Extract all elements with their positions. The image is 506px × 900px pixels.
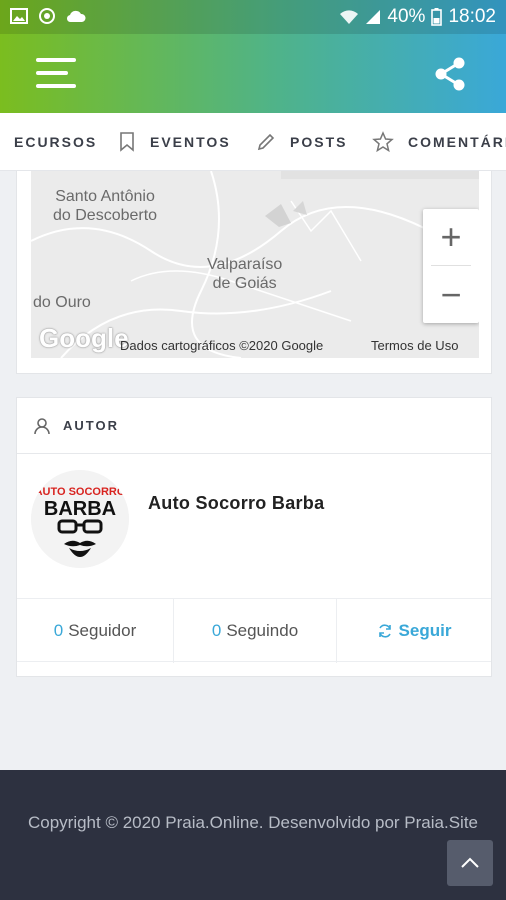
map-terms-link[interactable]: Termos de Uso — [371, 338, 458, 353]
avatar-text-top: AUTO SOCORRO — [35, 486, 126, 498]
battery-percent: 40% — [387, 6, 426, 27]
map-view[interactable]: Santo Antônio do Descoberto Valparaíso d… — [31, 171, 479, 358]
map-card: Santo Antônio do Descoberto Valparaíso d… — [16, 171, 492, 374]
sync-icon — [39, 8, 55, 24]
zoom-divider — [431, 265, 471, 266]
menu-line-3 — [36, 84, 76, 88]
battery-icon — [431, 8, 443, 26]
following-count: 0 — [211, 621, 222, 640]
user-icon — [34, 418, 50, 435]
tab-comentarios[interactable]: COMENTÁRIOS — [372, 113, 506, 170]
followers-stat[interactable]: 0 Seguidor — [17, 599, 173, 663]
gallery-icon — [10, 8, 28, 24]
status-right-icons: 40% 18:02 — [339, 6, 496, 28]
author-stats: 0 Seguidor 0 Seguindo Seguir — [17, 598, 491, 663]
map-zoom-control: + − — [423, 209, 479, 323]
share-icon — [435, 57, 465, 91]
app-header: 40% 18:02 — [0, 0, 506, 113]
clock: 18:02 — [448, 6, 496, 27]
refresh-icon — [378, 624, 391, 638]
menu-line-1 — [36, 58, 76, 62]
star-icon — [372, 131, 394, 153]
status-bar: 40% 18:02 — [0, 0, 506, 34]
chevron-up-icon — [461, 857, 479, 868]
followers-label: Seguidor — [68, 621, 137, 640]
scroll-to-top-button[interactable] — [447, 840, 493, 886]
follow-label: Seguir — [398, 621, 452, 640]
tab-eventos[interactable]: EVENTOS — [118, 113, 231, 170]
tab-posts[interactable]: POSTS — [256, 113, 348, 170]
map-label-valparaiso: Valparaíso de Goiás — [207, 256, 283, 292]
pencil-icon — [257, 133, 275, 151]
menu-button[interactable] — [36, 56, 76, 90]
tab-recursos[interactable]: ECURSOS — [14, 113, 98, 170]
tab-label: EVENTOS — [150, 134, 231, 150]
footer: Copyright © 2020 Praia.Online. Desenvolv… — [0, 770, 506, 900]
author-name[interactable]: Auto Socorro Barba — [148, 493, 324, 514]
share-button[interactable] — [432, 56, 468, 92]
map-label-do-ouro: do Ouro — [33, 294, 91, 311]
avatar-text-main: BARBA — [44, 498, 116, 520]
author-section-title: AUTOR — [63, 418, 119, 433]
tab-label: COMENTÁRIOS — [408, 134, 506, 150]
signal-icon — [366, 10, 381, 24]
following-label: Seguindo — [226, 621, 299, 640]
follow-button[interactable]: Seguir — [337, 599, 491, 663]
map-label-santo-antonio: Santo Antônio do Descoberto — [53, 188, 158, 224]
following-stat[interactable]: 0 Seguindo — [174, 599, 336, 663]
cloud-icon — [66, 10, 86, 23]
zoom-out-button[interactable]: − — [423, 267, 479, 323]
map-attribution: Dados cartográficos ©2020 Google — [120, 338, 324, 353]
google-logo: Google — [39, 323, 129, 353]
footer-copyright: Copyright © 2020 Praia.Online. Desenvolv… — [27, 813, 479, 832]
tab-label: ECURSOS — [14, 134, 98, 150]
profile-tabs: ECURSOS EVENTOS POSTS COMENTÁRIOS — [0, 113, 506, 171]
author-card-header: AUTOR — [17, 398, 491, 454]
author-card: AUTOR AUTO SOCORRO BARBA Auto Socorro Ba… — [16, 397, 492, 677]
wifi-icon — [340, 10, 359, 24]
status-left-icons — [10, 7, 86, 25]
tab-label: POSTS — [290, 134, 348, 150]
avatar-logo: AUTO SOCORRO BARBA — [31, 470, 129, 568]
bookmark-icon — [120, 132, 134, 152]
avatar[interactable]: AUTO SOCORRO BARBA — [31, 470, 129, 568]
zoom-in-button[interactable]: + — [423, 209, 479, 265]
followers-count: 0 — [53, 621, 64, 640]
menu-line-2 — [36, 71, 68, 75]
